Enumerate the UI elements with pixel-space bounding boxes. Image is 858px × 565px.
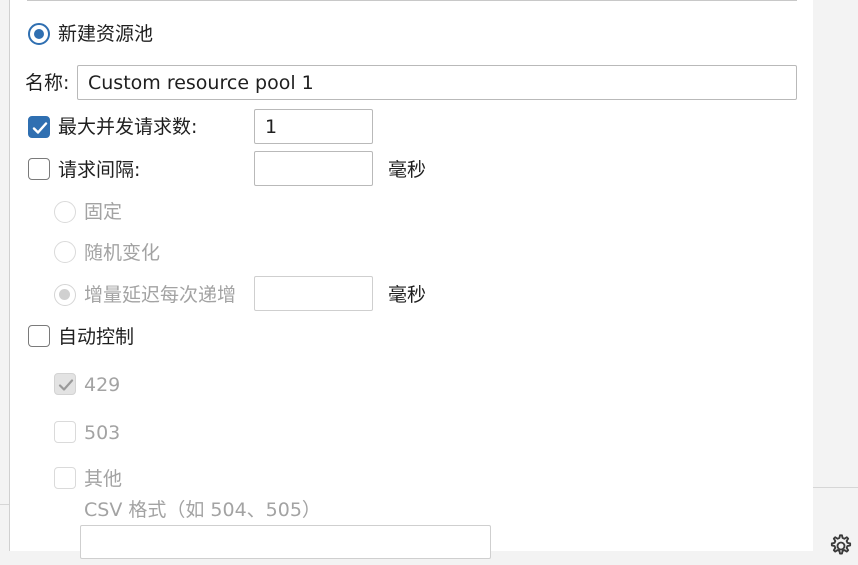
fixed-label: 固定 [84,201,123,223]
top-separator [27,0,797,1]
increment-unit: 毫秒 [388,284,427,306]
check-icon [32,122,48,134]
interval-label: 请求间隔: [58,159,141,181]
increment-input[interactable] [254,276,373,311]
auto-control-label: 自动控制 [58,326,135,348]
csv-input[interactable] [80,525,491,559]
side-divider [813,487,858,488]
new-pool-radio[interactable] [28,23,50,45]
code-503-label: 503 [84,422,121,444]
new-pool-label: 新建资源池 [58,23,154,45]
name-label: 名称: [25,72,70,94]
increment-label: 增量延迟每次递增 [84,284,237,306]
code-429-label: 429 [84,374,121,396]
gear-icon[interactable] [826,532,854,565]
left-divider [0,504,9,505]
code-other-checkbox[interactable] [54,467,76,489]
code-503-checkbox[interactable] [54,421,76,443]
max-concurrent-input[interactable] [254,109,373,144]
fixed-radio[interactable] [54,201,76,223]
random-label: 随机变化 [84,242,161,264]
increment-radio[interactable] [54,284,76,306]
max-concurrent-checkbox[interactable] [28,116,50,138]
random-radio[interactable] [54,241,76,263]
name-input[interactable] [77,65,797,100]
max-concurrent-label: 最大并发请求数: [58,116,198,138]
interval-checkbox[interactable] [28,158,50,180]
code-other-label: 其他 [84,468,123,490]
side-strip [813,0,858,551]
code-429-checkbox[interactable] [54,373,76,395]
auto-control-checkbox[interactable] [28,325,50,347]
interval-unit: 毫秒 [388,159,427,181]
check-icon [58,379,74,391]
interval-input[interactable] [254,151,373,186]
csv-hint: CSV 格式（如 504、505） [84,499,321,521]
